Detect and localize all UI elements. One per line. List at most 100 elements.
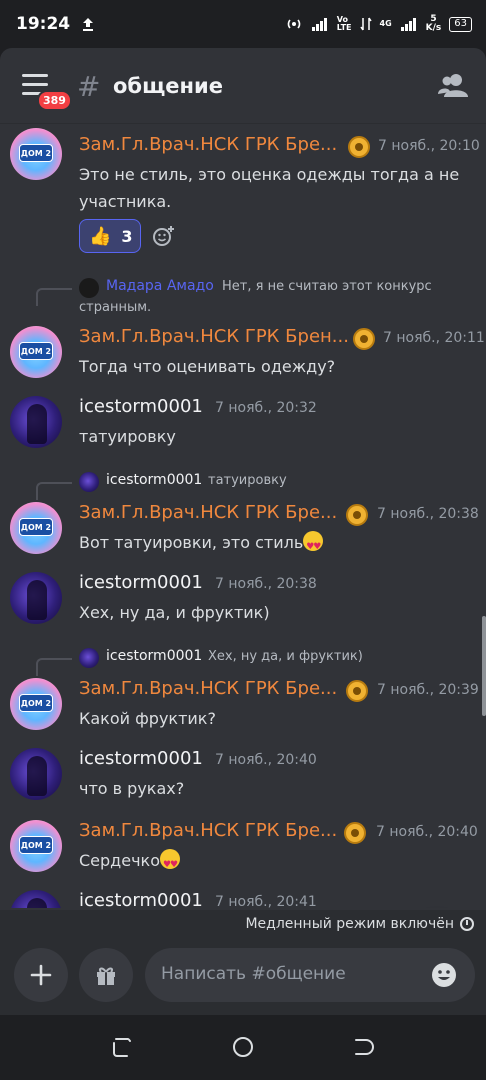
message-text: татуировку bbox=[79, 427, 176, 446]
avatar-logo: ДОМ 2 bbox=[19, 144, 53, 162]
slowmode-text: Медленный режим включён bbox=[245, 916, 454, 932]
crown-icon bbox=[344, 822, 366, 844]
message-input-placeholder: Написать #общение bbox=[161, 964, 346, 984]
message-author[interactable]: Зам.Гл.Врач.НСК ГРК Бре... bbox=[79, 502, 337, 523]
reply-spine bbox=[36, 482, 72, 500]
message-author[interactable]: Зам.Гл.Врач.НСК ГРК Бре... bbox=[79, 678, 337, 699]
avatar-figure bbox=[27, 898, 47, 908]
message-time: 7 нояб., 20:11 bbox=[383, 330, 485, 346]
message-text-content: Сердечко bbox=[79, 851, 160, 870]
menu-button[interactable]: 389 bbox=[22, 74, 72, 111]
message-author[interactable]: Зам.Гл.Врач.НСК ГРК Бре... bbox=[79, 820, 337, 841]
reply-preview[interactable]: icestorm0001 татуировку bbox=[0, 470, 486, 500]
status-time: 19:24 bbox=[16, 14, 71, 34]
avatar-logo: ДОМ 2 bbox=[19, 518, 53, 536]
gift-button[interactable] bbox=[79, 948, 133, 1002]
message-text-content: Вот татуировки, это стиль bbox=[79, 533, 304, 552]
avatar[interactable]: ДОМ 2 bbox=[10, 502, 62, 554]
message: icestorm0001 7 нояб., 20:38 Хех, ну да, … bbox=[0, 572, 486, 632]
message-time: 7 нояб., 20:40 bbox=[376, 824, 478, 840]
status-bar: 19:24 Vo LTE 4G 5 K/s 63 bbox=[0, 0, 486, 48]
message-author[interactable]: Зам.Гл.Врач.НСК ГРК Брен... bbox=[79, 326, 349, 347]
signal-icon-2 bbox=[400, 18, 416, 31]
add-reaction-icon[interactable] bbox=[152, 224, 176, 248]
app-window: 389 # общение ДОМ 2 Зам.Гл.Врач.НСК ГРК … bbox=[0, 48, 486, 1015]
avatar-figure bbox=[27, 756, 47, 796]
avatar[interactable]: ДОМ 2 bbox=[10, 678, 62, 730]
unread-badge: 389 bbox=[37, 90, 72, 111]
message-time: 7 нояб., 20:41 bbox=[215, 894, 317, 908]
upload-icon bbox=[83, 18, 94, 31]
hotspot-icon bbox=[287, 19, 301, 29]
message-input[interactable]: Написать #общение bbox=[145, 948, 475, 1002]
avatar[interactable]: ДОМ 2 bbox=[10, 128, 62, 180]
thumbs-up-icon: 👍 bbox=[89, 225, 112, 247]
message-text: Хех, ну да, и фруктик) bbox=[79, 603, 270, 622]
reply-preview[interactable]: icestorm0001 Хех, ну да, и фруктик) bbox=[0, 646, 486, 676]
hash-icon: # bbox=[77, 70, 101, 103]
clock-icon bbox=[460, 917, 474, 931]
avatar-figure bbox=[27, 404, 47, 444]
avatar[interactable] bbox=[10, 572, 62, 624]
reply-avatar bbox=[79, 278, 99, 298]
message-text: Сердечко bbox=[79, 847, 474, 879]
message-text: Вот татуировки, это стиль bbox=[79, 529, 474, 561]
message-author[interactable]: icestorm0001 bbox=[79, 396, 203, 417]
lte-label: LTE bbox=[336, 23, 352, 32]
reply-author[interactable]: icestorm0001 bbox=[106, 648, 202, 664]
members-icon[interactable] bbox=[438, 72, 468, 98]
attach-button[interactable] bbox=[14, 948, 68, 1002]
signal-icon bbox=[311, 18, 327, 31]
message-author[interactable]: icestorm0001 bbox=[79, 748, 203, 769]
avatar[interactable] bbox=[10, 890, 62, 908]
recents-icon[interactable] bbox=[110, 1035, 134, 1059]
heart-eyes-emoji-icon bbox=[303, 531, 324, 561]
message: ДОМ 2 Зам.Гл.Врач.НСК ГРК Бре... 7 нояб.… bbox=[0, 678, 486, 738]
menu-icon bbox=[22, 74, 48, 77]
channel-header: 389 # общение bbox=[0, 48, 486, 124]
message-text-line: участника. bbox=[79, 192, 172, 211]
crown-icon bbox=[353, 328, 375, 350]
smile-icon[interactable] bbox=[431, 962, 457, 988]
scrollbar-thumb[interactable] bbox=[482, 616, 486, 716]
avatar-logo: ДОМ 2 bbox=[19, 836, 53, 854]
menu-icon-bar bbox=[22, 83, 48, 86]
message-text: Это не стиль, это оценка одежды тогда а … bbox=[79, 161, 474, 215]
status-icons: Vo LTE 4G 5 K/s 63 bbox=[285, 15, 472, 33]
message-composer: Написать #общение bbox=[0, 938, 486, 1015]
message-time: 7 нояб., 20:40 bbox=[215, 752, 317, 768]
reply-spine bbox=[36, 658, 72, 676]
avatar[interactable] bbox=[10, 396, 62, 448]
message: ДОМ 2 Зам.Гл.Врач.НСК ГРК Бре... 7 нояб.… bbox=[0, 128, 486, 258]
volte-indicator: Vo LTE bbox=[337, 16, 352, 32]
message-author[interactable]: icestorm0001 bbox=[79, 572, 203, 593]
message-time: 7 нояб., 20:39 bbox=[377, 682, 479, 698]
avatar-logo: ДОМ 2 bbox=[19, 342, 53, 360]
network-type: 4G bbox=[379, 19, 392, 28]
message-author[interactable]: icestorm0001 bbox=[79, 890, 203, 908]
home-icon[interactable] bbox=[231, 1035, 255, 1059]
avatar[interactable]: ДОМ 2 bbox=[10, 326, 62, 378]
reply-avatar bbox=[79, 648, 99, 668]
net-speed: 5 K/s bbox=[426, 15, 442, 33]
reply-author[interactable]: icestorm0001 bbox=[106, 472, 202, 488]
avatar[interactable] bbox=[10, 748, 62, 800]
reply-text: Нет, я не считаю этот конкурс bbox=[222, 279, 432, 294]
reply-author[interactable]: Мадара Амадо bbox=[106, 278, 214, 294]
heart-eyes-emoji-icon bbox=[159, 849, 180, 879]
avatar[interactable]: ДОМ 2 bbox=[10, 820, 62, 872]
message-time: 7 нояб., 20:38 bbox=[215, 576, 317, 592]
system-nav-bar bbox=[0, 1015, 486, 1080]
reply-preview[interactable]: Мадара Амадо Нет, я не считаю этот конку… bbox=[0, 276, 486, 315]
message-list[interactable]: ДОМ 2 Зам.Гл.Врач.НСК ГРК Бре... 7 нояб.… bbox=[0, 124, 486, 908]
message-author[interactable]: Зам.Гл.Врач.НСК ГРК Бре... bbox=[79, 134, 337, 155]
reply-avatar bbox=[79, 472, 99, 492]
avatar-logo: ДОМ 2 bbox=[19, 694, 53, 712]
back-icon[interactable] bbox=[352, 1035, 376, 1059]
reaction-thumbs-up[interactable]: 👍 3 bbox=[79, 219, 141, 253]
battery-icon: 63 bbox=[449, 16, 472, 32]
message: icestorm0001 7 нояб., 20:41 bbox=[0, 890, 486, 908]
slowmode-bar: Медленный режим включён bbox=[0, 910, 486, 938]
plus-icon bbox=[30, 964, 52, 986]
channel-name[interactable]: общение bbox=[113, 74, 223, 98]
